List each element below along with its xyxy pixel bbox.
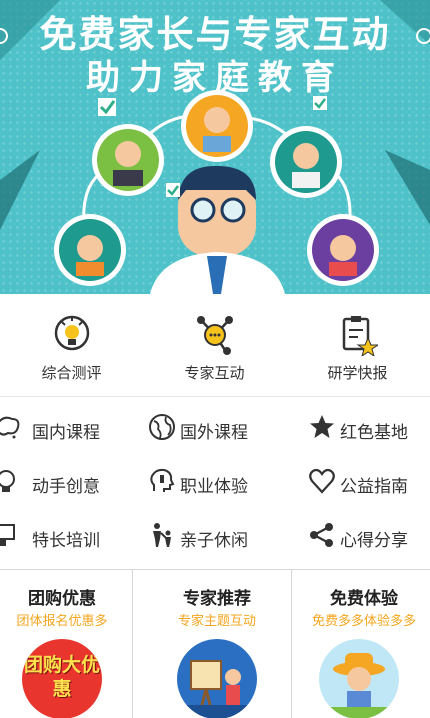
category-share[interactable]: 心得分享 bbox=[308, 509, 430, 561]
card-subtitle: 专家主题互动 bbox=[177, 614, 256, 629]
person-head-icon bbox=[150, 468, 175, 492]
globe-icon bbox=[149, 414, 175, 440]
quick-link-report[interactable]: 研学快报 bbox=[286, 294, 429, 396]
card-title: 免费体验 bbox=[330, 589, 398, 609]
category-label: 国内课程 bbox=[32, 423, 100, 443]
hero-banner[interactable]: 免费家长与专家互动 助力家庭教育 bbox=[0, 0, 430, 294]
category-label: 特长培训 bbox=[32, 531, 100, 551]
category-label: 亲子休闲 bbox=[180, 531, 248, 551]
category-label: 红色基地 bbox=[340, 423, 408, 443]
banner-title-line2: 助力家庭教育 bbox=[86, 58, 344, 98]
category-grid: 国内课程 国外课程 红色基地 动手创意 职业体验 公益指南 特长培训 亲子休闲 … bbox=[0, 397, 430, 570]
category-label: 心得分享 bbox=[340, 531, 408, 551]
explorer-illustration bbox=[318, 653, 399, 718]
quick-links: 综合测评 专家互动 研学快报 bbox=[0, 294, 430, 397]
card-divider bbox=[291, 570, 292, 718]
assessment-icon bbox=[54, 315, 89, 351]
category-label: 国外课程 bbox=[180, 423, 248, 443]
card-title: 团购优惠 bbox=[28, 589, 96, 609]
quick-link-label: 综合测评 bbox=[41, 364, 102, 382]
category-red-base[interactable]: 红色基地 bbox=[308, 401, 430, 453]
quick-link-assessment[interactable]: 综合测评 bbox=[0, 294, 143, 396]
quick-link-label: 研学快报 bbox=[327, 364, 388, 382]
parent-child-icon bbox=[153, 523, 171, 547]
card-divider bbox=[132, 570, 133, 718]
category-label: 职业体验 bbox=[180, 477, 248, 497]
category-family-leisure[interactable]: 亲子休闲 bbox=[148, 509, 288, 561]
category-hands-on[interactable]: 动手创意 bbox=[0, 455, 130, 507]
lightbulb-icon bbox=[0, 470, 15, 492]
china-map-icon bbox=[0, 416, 20, 439]
quick-link-label: 专家互动 bbox=[184, 364, 245, 382]
group-buy-image: 团购大优惠 bbox=[22, 639, 102, 718]
category-label: 公益指南 bbox=[340, 477, 408, 497]
category-foreign-courses[interactable]: 国外课程 bbox=[148, 401, 288, 453]
card-expert-recommend[interactable]: 专家推荐 专家主题互动 bbox=[143, 570, 291, 718]
category-charity[interactable]: 公益指南 bbox=[308, 455, 430, 507]
free-trial-image bbox=[318, 639, 399, 718]
category-label: 动手创意 bbox=[32, 477, 100, 497]
presentation-icon bbox=[0, 524, 15, 546]
category-talent-training[interactable]: 特长培训 bbox=[0, 509, 130, 561]
share-icon bbox=[310, 523, 333, 547]
category-career[interactable]: 职业体验 bbox=[148, 455, 288, 507]
heart-icon bbox=[309, 468, 335, 494]
quick-link-expert[interactable]: 专家互动 bbox=[143, 294, 286, 396]
report-star-icon bbox=[342, 316, 378, 356]
group-buy-image-text: 团购大优惠 bbox=[23, 654, 100, 700]
expert-chat-icon bbox=[196, 316, 233, 355]
expert-recommend-image bbox=[177, 639, 257, 718]
card-title: 专家推荐 bbox=[183, 589, 251, 609]
star-icon bbox=[310, 415, 334, 438]
category-domestic-courses[interactable]: 国内课程 bbox=[0, 401, 130, 453]
promo-cards: 团购优惠 团体报名优惠多 团购大优惠 专家推荐 专家主题互动 免费体验 免费多多… bbox=[0, 570, 430, 718]
card-subtitle: 团体报名优惠多 bbox=[16, 614, 108, 629]
easel-illustration bbox=[177, 660, 257, 718]
card-subtitle: 免费多多体验多多 bbox=[311, 614, 416, 629]
card-group-buy[interactable]: 团购优惠 团体报名优惠多 团购大优惠 bbox=[0, 570, 132, 718]
card-free-trial[interactable]: 免费体验 免费多多体验多多 bbox=[298, 570, 430, 718]
